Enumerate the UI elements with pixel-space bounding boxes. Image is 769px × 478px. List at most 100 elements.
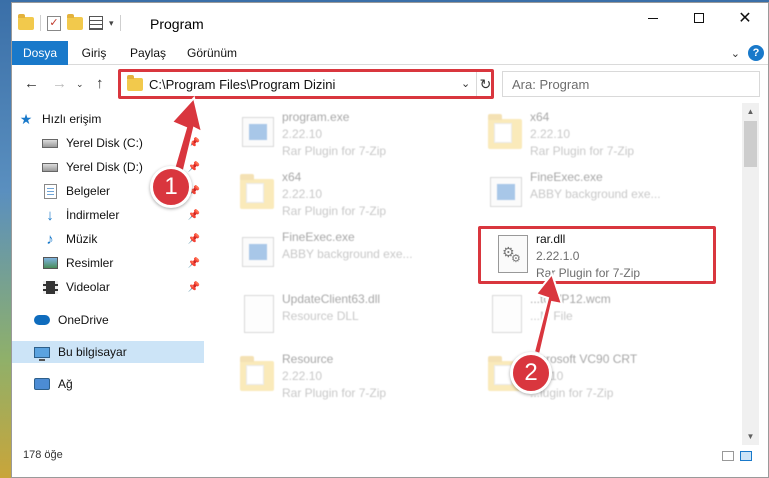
sidebar-item-local-disk-c[interactable]: Yerel Disk (C:) 📌 (12, 132, 204, 154)
sidebar-item-network[interactable]: Ağ (12, 373, 204, 395)
file-item[interactable]: FineExec.exe ABBY background exe... (230, 225, 470, 281)
details-view-icon[interactable] (722, 451, 734, 461)
sidebar-item-pictures[interactable]: Resimler 📌 (12, 252, 204, 274)
sidebar-item-label: Yerel Disk (C:) (66, 136, 143, 150)
pin-icon[interactable]: 📌 (188, 162, 200, 173)
file-description: Rar Plugin for 7-Zip (282, 144, 387, 158)
folder-icon (486, 111, 524, 153)
vertical-scrollbar[interactable]: ▲ ▼ (742, 103, 759, 445)
file-name: program.exe (282, 110, 350, 124)
dll-gear-icon: ⚙ ⚙ (492, 233, 530, 275)
maximize-icon (694, 13, 704, 23)
file-name: Resource (282, 352, 334, 366)
chevron-down-icon[interactable]: ▾ (109, 18, 114, 29)
pin-icon[interactable]: 📌 (188, 234, 200, 245)
folder-icon (238, 353, 276, 395)
file-name: x64 (282, 170, 302, 184)
chevron-down-icon[interactable]: ⌄ (461, 77, 470, 90)
file-version: 2.22.10 (530, 127, 571, 141)
address-path[interactable]: C:\Program Files\Program Dizini (149, 77, 335, 92)
scroll-up-icon[interactable]: ▲ (742, 103, 759, 120)
pin-icon[interactable]: 📌 (188, 138, 200, 149)
hard-disk-icon (42, 159, 58, 175)
music-note-icon: ♪ (46, 230, 54, 248)
maximize-button[interactable] (676, 3, 722, 33)
file-list: program.exe 2.22.10 Rar Plugin for 7-Zip x… (216, 103, 740, 445)
help-icon[interactable]: ? (748, 45, 764, 61)
address-bar[interactable]: C:\Program Files\Program Dizini ⌄ ↻ (118, 71, 494, 97)
quick-access-toolbar: ✓ ▾ (18, 13, 121, 31)
sidebar-item-label: Yerel Disk (D:) (66, 160, 143, 174)
scroll-down-icon[interactable]: ▼ (742, 428, 759, 445)
new-folder-icon[interactable] (67, 13, 83, 30)
file-item[interactable]: program.exe 2.22.10 Rar Plugin for 7-Zip (230, 105, 470, 161)
item-count: 178 öğe (23, 449, 63, 461)
pin-icon[interactable]: 📌 (188, 210, 200, 221)
sidebar-item-label: Hızlı erişim (42, 112, 102, 126)
file-item[interactable]: Resource 2.22.10 Rar Plugin for 7-Zip (230, 347, 470, 403)
refresh-button[interactable]: ↻ (476, 72, 494, 96)
file-version: ABBY background exe... (282, 247, 413, 261)
exe-icon (238, 111, 276, 153)
navigation-bar: ← → ⌄ ↑ C:\Program Files\Program Dizini … (12, 67, 768, 101)
file-name: FineExec.exe (282, 230, 355, 244)
file-item[interactable]: x64 2.22.10 Rar Plugin for 7-Zip (230, 165, 470, 221)
computer-icon (34, 344, 50, 361)
close-button[interactable]: ✕ (722, 3, 768, 33)
window-controls: ✕ (630, 3, 768, 33)
search-input[interactable]: Ara: Program (502, 71, 760, 97)
file-name: ...toWP12.wcm (530, 292, 611, 306)
step-badge-1: 1 (150, 166, 192, 208)
recent-locations-icon[interactable]: ⌄ (76, 79, 84, 90)
back-arrow-icon[interactable]: ← (24, 75, 39, 92)
properties-list-icon[interactable] (89, 16, 103, 30)
properties-check-icon[interactable]: ✓ (47, 15, 61, 31)
forward-arrow-icon[interactable]: → (52, 75, 67, 92)
step-badge-2: 2 (510, 352, 552, 394)
tab-home[interactable]: Giriş (74, 41, 114, 65)
sidebar-item-label: Videolar (66, 280, 110, 294)
sidebar-item-label: Müzik (66, 232, 98, 246)
up-arrow-icon[interactable]: ↑ (96, 75, 104, 92)
pin-icon[interactable]: 📌 (188, 258, 200, 269)
minimize-button[interactable] (630, 3, 676, 33)
file-description: Rar Plugin for 7-Zip (282, 204, 387, 218)
file-item-rar-dll[interactable]: ⚙ ⚙ rar.dll 2.22.1.0 Rar Plugin for 7-Zip (484, 227, 724, 283)
documents-icon (42, 183, 58, 199)
file-item[interactable]: ...toWP12.wcm ...M File (478, 287, 718, 343)
folder-icon (127, 75, 143, 91)
tab-share[interactable]: Paylaş (124, 41, 172, 65)
explorer-window: ✓ ▾ Program ✕ Dosya Giriş Paylaş Görünüm… (11, 2, 769, 478)
file-item[interactable]: x64 2.22.10 Rar Plugin for 7-Zip (478, 105, 718, 161)
navigation-pane: ★ Hızlı erişim Yerel Disk (C:) 📌 Yerel D… (12, 103, 204, 445)
sidebar-item-music[interactable]: ♪ Müzik 📌 (12, 228, 204, 250)
sidebar-item-label: Belgeler (66, 184, 111, 198)
expand-ribbon-icon[interactable]: ⌄ (731, 47, 740, 60)
tab-file[interactable]: Dosya (12, 41, 68, 65)
search-placeholder: Ara: Program (512, 77, 590, 92)
pin-icon[interactable]: 📌 (188, 282, 200, 293)
sidebar-item-quick-access[interactable]: ★ Hızlı erişim (12, 108, 204, 130)
sidebar-item-label: OneDrive (58, 313, 109, 327)
file-version: 2.22.10 (282, 187, 323, 201)
scrollbar-thumb[interactable] (744, 121, 757, 167)
file-item[interactable]: UpdateClient63.dll Resource DLL (230, 287, 470, 343)
file-version: Resource DLL (282, 309, 359, 323)
sidebar-item-label: Bu bilgisayar (58, 345, 127, 359)
tiles-view-icon[interactable] (740, 451, 752, 461)
divider (40, 15, 41, 31)
window-title: Program (150, 16, 204, 32)
file-version: 2.22.1.0 (536, 249, 580, 263)
file-version: 2.22.10 (282, 369, 323, 383)
file-version: ABBY background exe... (530, 187, 661, 201)
dll-gear-icon (238, 293, 276, 335)
file-name: UpdateClient63.dll (282, 292, 381, 306)
folder-icon (18, 13, 34, 30)
tab-view[interactable]: Görünüm (182, 41, 242, 65)
sidebar-item-this-pc[interactable]: Bu bilgisayar (12, 341, 204, 363)
sidebar-item-videos[interactable]: Videolar 📌 (12, 276, 204, 298)
folder-icon (238, 171, 276, 213)
divider (119, 15, 121, 31)
sidebar-item-onedrive[interactable]: OneDrive (12, 309, 204, 331)
file-item[interactable]: FineExec.exe ABBY background exe... (478, 165, 718, 221)
